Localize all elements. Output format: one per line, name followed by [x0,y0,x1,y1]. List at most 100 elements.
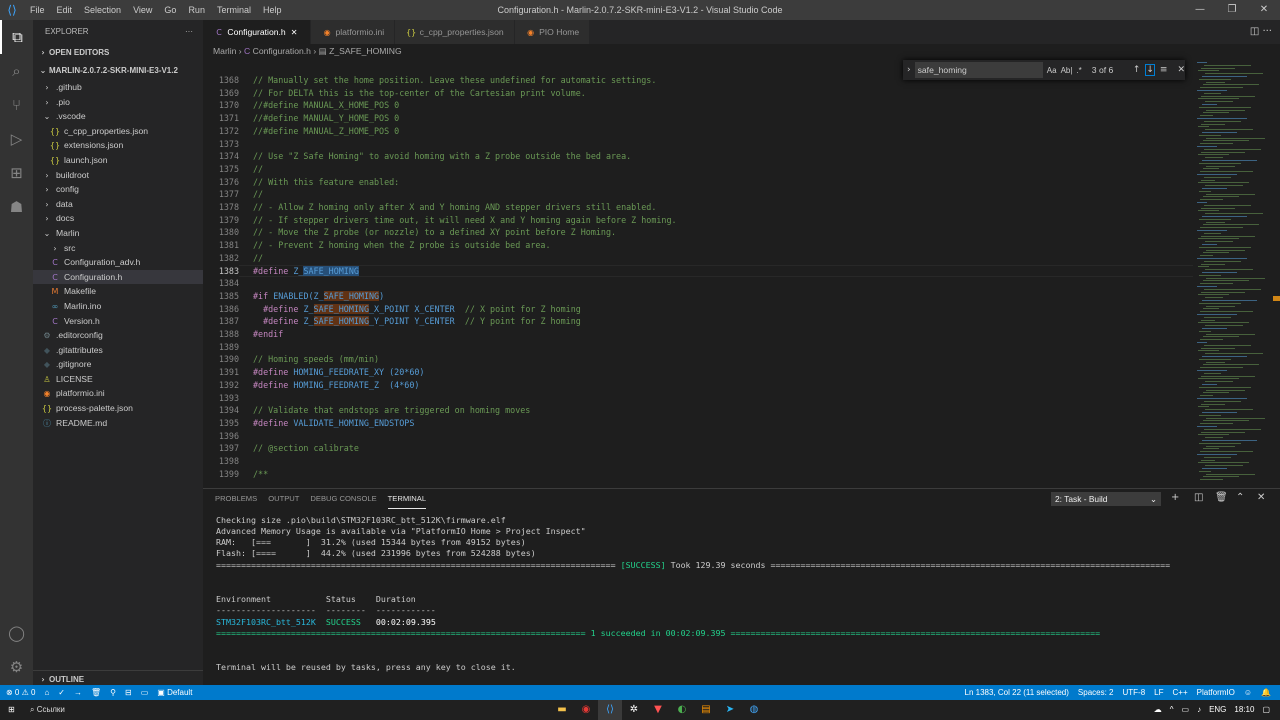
tree-item[interactable]: C Configuration.h [33,269,203,285]
menu-terminal[interactable]: Terminal [211,5,257,15]
tree-item[interactable]: ⓘ README.md [33,416,203,431]
build-icon[interactable]: ✓ [58,685,65,700]
breadcrumb-file[interactable]: Configuration.h [253,46,311,56]
tab-c-cpp-properties[interactable]: {} c_cpp_properties.json [395,20,515,44]
match-case-button[interactable]: Aa [1047,66,1057,75]
tab-configuration-h[interactable]: C Configuration.h ✕ [203,20,312,45]
tree-item[interactable]: ⚙ .editorconfig [33,328,203,343]
more-actions-icon[interactable]: ··· [1262,26,1272,37]
run-debug-icon[interactable]: ▷ [0,122,33,156]
telegram-icon[interactable]: ➤ [718,700,742,720]
platformio-icon[interactable]: ☗ [0,190,33,224]
browser-icon[interactable]: ▼ [646,700,670,720]
new-terminal-icon[interactable]: + [1171,492,1179,503]
minimap[interactable] [1193,58,1273,488]
terminal-icon[interactable]: ▭ [141,685,149,700]
close-find-icon[interactable]: ✕ [1177,65,1185,75]
maximize-panel-icon[interactable]: ⌃ [1236,492,1244,503]
cursor-position[interactable]: Ln 1383, Col 22 (11 selected) [965,685,1069,700]
find-input[interactable] [914,62,1043,78]
next-match-icon[interactable]: ↓ [1145,64,1155,76]
tree-item[interactable]: ⌄ .vscode [33,109,203,124]
tree-item[interactable]: M Makefile [33,284,203,299]
restore-icon[interactable]: ❐ [1216,0,1248,20]
tree-item[interactable]: › buildroot [33,168,203,183]
previous-match-icon[interactable]: ↑ [1133,65,1141,75]
whole-word-button[interactable]: Ab| [1061,66,1073,75]
volume-icon[interactable]: ♪ [1197,700,1201,720]
open-editors-section[interactable]: › OPEN EDITORS [33,44,203,62]
cloud-icon[interactable]: ☁ [1154,700,1162,720]
tree-item[interactable]: › .github [33,80,203,95]
search-icon[interactable]: ⌕ [0,54,33,88]
recorder-icon[interactable]: ◉ [574,700,598,720]
tree-item[interactable]: {} extensions.json [33,138,203,153]
tree-item[interactable]: {} process-palette.json [33,401,203,416]
platformio-status[interactable]: PlatformIO [1197,685,1235,700]
notification-center-icon[interactable]: ▢ [1262,700,1270,720]
clean-icon[interactable]: 🗑 [91,685,101,700]
toggle-replace-icon[interactable]: › [907,65,911,75]
tab-terminal[interactable]: TERMINAL [387,489,427,509]
notes-icon[interactable]: ▤ [694,700,718,720]
close-icon[interactable]: ✕ [1248,0,1280,20]
tree-item[interactable]: {} launch.json [33,153,203,168]
indentation[interactable]: Spaces: 2 [1078,685,1114,700]
tree-item[interactable]: › config [33,182,203,197]
tree-item[interactable]: ♙ LICENSE [33,372,203,387]
extensions-icon[interactable]: ⊞ [0,156,33,190]
chevron-up-icon[interactable]: ^ [1170,700,1174,720]
tree-item[interactable]: › src [33,241,203,256]
taskbar-search[interactable]: ⌕ Ссылки [30,700,65,720]
tree-item[interactable]: › data [33,197,203,212]
breadcrumb-folder[interactable]: Marlin [213,46,236,56]
tree-item[interactable]: ∞ Marlin.ino [33,299,203,314]
code-editor[interactable]: 1368 // Manually set the home position. L… [203,58,1193,488]
keyboard-language[interactable]: ENG [1209,700,1226,720]
tree-item[interactable]: ◆ .gitignore [33,357,203,372]
regex-button[interactable]: .* [1076,66,1081,75]
end-of-line[interactable]: LF [1154,685,1163,700]
env-folder-icon[interactable]: ▣ Default [157,685,201,700]
source-control-icon[interactable]: ⑂ [0,88,33,122]
app-icon[interactable]: ◐ [670,700,694,720]
menu-help[interactable]: Help [257,5,288,15]
terminal-select[interactable]: 2: Task - Build ⌄ [1051,492,1161,506]
menu-go[interactable]: Go [158,5,182,15]
serial-monitor-icon[interactable]: ⊟ [125,685,132,700]
start-icon[interactable]: ⊞ [8,700,15,720]
file-explorer-icon[interactable]: ▬ [550,700,574,720]
network-icon[interactable]: ▭ [1182,700,1190,720]
test-icon[interactable]: ⚲ [110,685,116,700]
feedback-icon[interactable]: ☺ [1244,685,1252,700]
split-editor-icon[interactable]: ◫ [1250,26,1259,37]
find-in-selection-icon[interactable]: ≡ [1160,65,1168,75]
vscode-taskbar-icon[interactable]: ⟨⟩ [598,700,622,720]
problems-indicator[interactable]: ⊗ 0 ⚠ 0 [6,685,35,700]
menu-selection[interactable]: Selection [78,5,127,15]
gear-icon[interactable]: ⚙ [0,650,33,684]
browser-icon[interactable]: ◍ [742,700,766,720]
notifications-icon[interactable]: 🔔 [1261,685,1271,700]
menu-view[interactable]: View [127,5,158,15]
menu-edit[interactable]: Edit [51,5,79,15]
upload-icon[interactable]: → [74,685,82,700]
tree-item[interactable]: ◆ .gitattributes [33,343,203,358]
tab-platformio-ini[interactable]: ◉ platformio.ini [311,20,396,44]
kill-terminal-icon[interactable]: 🗑 [1215,492,1228,503]
menu-file[interactable]: File [24,5,51,15]
tree-item[interactable]: ⌄ Marlin [33,226,203,241]
account-icon[interactable]: ◯ [0,616,33,650]
breadcrumb-symbol[interactable]: Z_SAFE_HOMING [329,46,402,56]
tab-pio-home[interactable]: ◉ PIO Home [514,20,591,44]
tab-problems[interactable]: PROBLEMS [215,489,257,509]
more-actions-icon[interactable]: ··· [185,20,193,44]
tree-item[interactable]: › .pio [33,95,203,110]
menu-run[interactable]: Run [182,5,211,15]
project-section[interactable]: ⌄ MARLIN-2.0.7.2-SKR-MINI-E3-V1.2 [33,62,203,80]
tree-item[interactable]: › docs [33,211,203,226]
minimize-icon[interactable]: — [1184,0,1216,20]
close-icon[interactable]: ✕ [288,21,300,45]
tab-output[interactable]: OUTPUT [268,489,299,509]
app-icon[interactable]: ✲ [622,700,646,720]
